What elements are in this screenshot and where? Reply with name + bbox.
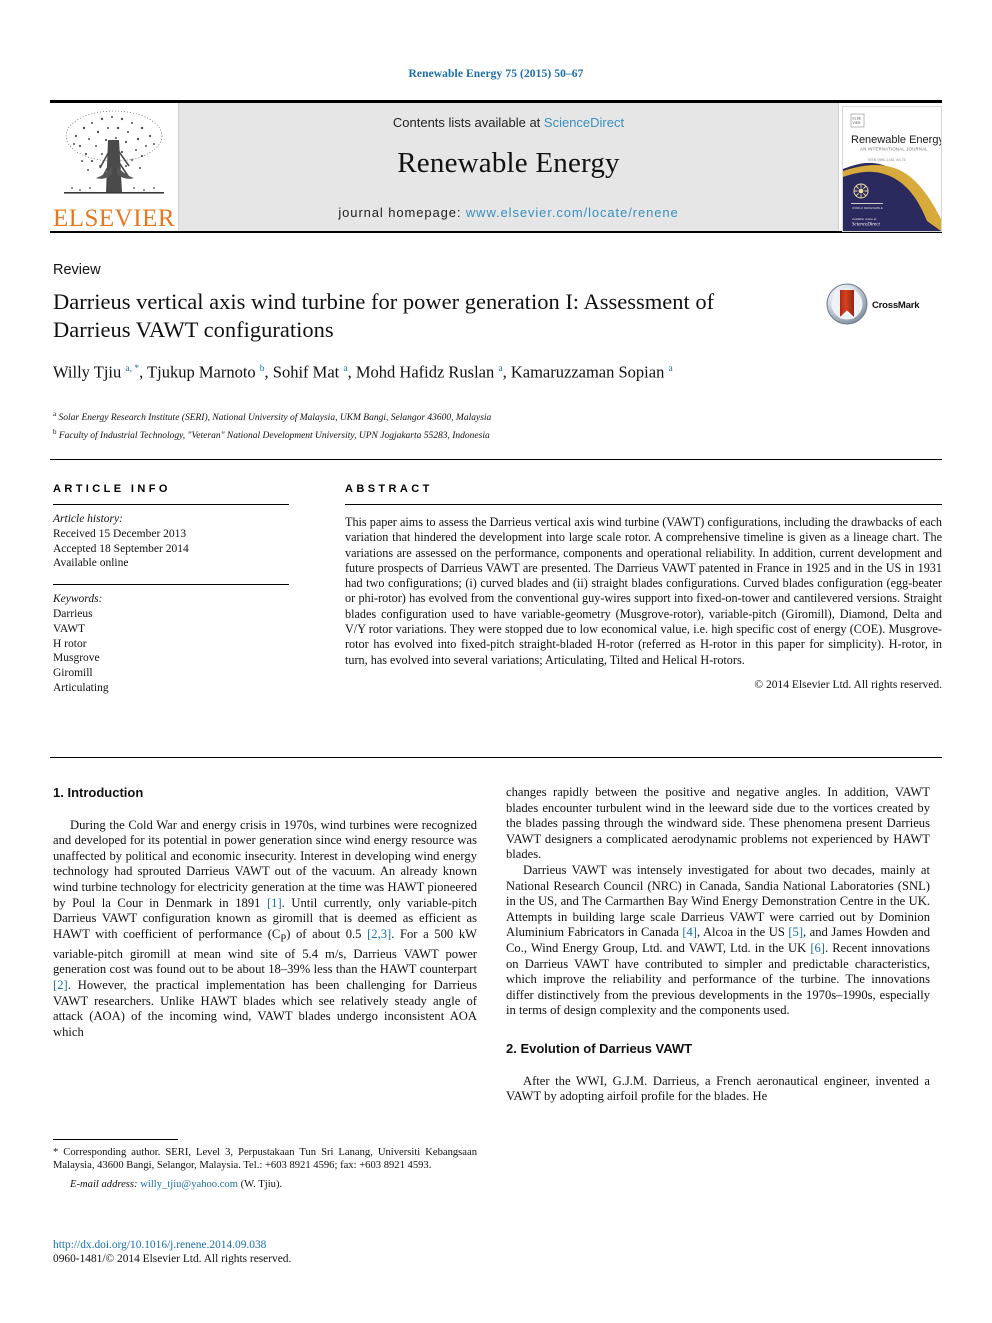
intro-text-c: ) of about 0.5 bbox=[286, 926, 368, 941]
masthead-center: Contents lists available at ScienceDirec… bbox=[179, 103, 838, 231]
svg-text:Available online at: Available online at bbox=[852, 217, 876, 221]
keyword-item: Musgrove bbox=[53, 652, 100, 665]
contents-prefix: Contents lists available at bbox=[392, 115, 544, 130]
journal-homepage-link[interactable]: www.elsevier.com/locate/renene bbox=[466, 205, 679, 220]
keyword-item: Articulating bbox=[53, 681, 109, 694]
svg-text:WORLD RENEWABLE: WORLD RENEWABLE bbox=[852, 206, 883, 210]
journal-homepage-line: journal homepage: www.elsevier.com/locat… bbox=[179, 205, 838, 220]
history-item: Received 15 December 2013 bbox=[53, 527, 187, 540]
article-info-column: ARTICLE INFO Article history: Received 1… bbox=[53, 483, 289, 696]
elsevier-logo: ELSEVIER bbox=[50, 103, 179, 231]
svg-text:VIER: VIER bbox=[853, 121, 861, 125]
abstract-column: ABSTRACT This paper aims to assess the D… bbox=[345, 483, 942, 691]
email-suffix: (W. Tjiu). bbox=[240, 1179, 283, 1191]
history-text-b: , Alcoa in the US bbox=[697, 925, 789, 940]
article-history: Article history: Received 15 December 20… bbox=[53, 512, 289, 571]
keyword-item: Giromill bbox=[53, 667, 93, 680]
corresponding-author-note: * Corresponding author. SERI, Level 3, P… bbox=[53, 1147, 477, 1172]
email-link[interactable]: willy_tjiu@yahoo.com bbox=[140, 1179, 238, 1190]
abstract-rule bbox=[345, 504, 942, 505]
affiliations: a Solar Energy Research Institute (SERI)… bbox=[53, 408, 853, 443]
paragraph-intro: During the Cold War and energy crisis in… bbox=[53, 818, 477, 1041]
issn-copyright-line: 0960-1481/© 2014 Elsevier Ltd. All right… bbox=[53, 1253, 292, 1266]
journal-cover: ELSE VIER Renewable Energy AN INTERNATIO… bbox=[838, 103, 942, 232]
keywords-label: Keywords: bbox=[53, 593, 103, 606]
section-heading-introduction: 1. Introduction bbox=[53, 785, 144, 800]
crossmark-icon bbox=[826, 283, 868, 325]
journal-cover-art: ELSE VIER Renewable Energy AN INTERNATIO… bbox=[843, 107, 941, 231]
page-title: Darrieus vertical axis wind turbine for … bbox=[53, 289, 715, 342]
svg-text:AN INTERNATIONAL JOURNAL: AN INTERNATIONAL JOURNAL bbox=[860, 147, 928, 152]
citation-6[interactable]: [6] bbox=[810, 941, 825, 955]
keywords-list: Keywords: Darrieus VAWT H rotor Musgrove… bbox=[53, 592, 289, 696]
sciencedirect-link[interactable]: ScienceDirect bbox=[544, 115, 624, 130]
paper-page: Renewable Energy 75 (2015) 50–67 ELSEVIE… bbox=[0, 0, 992, 1323]
svg-text:ISSN 0960-1481 Vol 75: ISSN 0960-1481 Vol 75 bbox=[868, 158, 906, 162]
journal-masthead: ELSEVIER Contents lists available at Sci… bbox=[50, 100, 942, 233]
paragraph-darrieus-history: Darrieus VAWT was intensely investigated… bbox=[506, 863, 930, 1019]
contents-available-line: Contents lists available at ScienceDirec… bbox=[179, 115, 838, 130]
elsevier-tree-icon bbox=[64, 110, 164, 194]
doi-block: http://dx.doi.org/10.1016/j.renene.2014.… bbox=[53, 1238, 477, 1267]
paragraph-evolution: After the WWI, G.J.M. Darrieus, a French… bbox=[506, 1073, 930, 1104]
intro-text-e: . However, the practical implementation … bbox=[53, 978, 477, 1039]
email-label: E-mail address: bbox=[70, 1179, 138, 1191]
crossmark-label: CrossMark bbox=[872, 300, 920, 311]
svg-text:ScienceDirect: ScienceDirect bbox=[852, 223, 880, 228]
svg-text:Renewable Energy: Renewable Energy bbox=[851, 134, 941, 146]
keyword-item: H rotor bbox=[53, 637, 87, 650]
article-history-label: Article history: bbox=[53, 513, 123, 525]
journal-cover-image: ELSE VIER Renewable Energy AN INTERNATIO… bbox=[842, 106, 942, 232]
affiliation-a-text: Solar Energy Research Institute (SERI), … bbox=[58, 413, 492, 424]
article-info-heading: ARTICLE INFO bbox=[53, 483, 171, 495]
elsevier-wordmark: ELSEVIER bbox=[52, 205, 176, 231]
citation-4[interactable]: [4] bbox=[682, 925, 697, 939]
history-item: Available online bbox=[53, 557, 129, 570]
doi-link[interactable]: http://dx.doi.org/10.1016/j.renene.2014.… bbox=[53, 1238, 477, 1252]
abstract-text: This paper aims to assess the Darrieus v… bbox=[345, 515, 942, 667]
citation-2[interactable]: [2] bbox=[53, 978, 68, 992]
citation-5[interactable]: [5] bbox=[788, 925, 803, 939]
citation-1[interactable]: [1] bbox=[267, 896, 282, 910]
body-column-left: 1. Introduction During the Cold War and … bbox=[53, 785, 477, 1040]
homepage-prefix: journal homepage: bbox=[338, 205, 466, 220]
citation-2-3[interactable]: [2,3] bbox=[367, 927, 391, 941]
paragraph-continued: changes rapidly between the positive and… bbox=[506, 785, 930, 862]
article-type: Review bbox=[53, 262, 101, 278]
svg-text:ELSE: ELSE bbox=[853, 117, 862, 121]
body-column-right: changes rapidly between the positive and… bbox=[506, 785, 930, 1105]
running-head: Renewable Energy 75 (2015) 50–67 bbox=[408, 68, 584, 80]
article-info-rule-1 bbox=[53, 504, 289, 505]
footnote-rule bbox=[53, 1139, 178, 1140]
author-list: Willy Tjiu a, *, Tjukup Marnoto b, Sohif… bbox=[53, 362, 673, 382]
affiliation-b-text: Faculty of Industrial Technology, "Veter… bbox=[58, 430, 490, 441]
affiliation-b: b Faculty of Industrial Technology, "Vet… bbox=[53, 427, 490, 441]
footnote-block: * Corresponding author. SERI, Level 3, P… bbox=[53, 1146, 477, 1192]
abstract-heading: ABSTRACT bbox=[345, 483, 433, 495]
keyword-item: VAWT bbox=[53, 622, 86, 635]
crossmark-badge[interactable]: CrossMark bbox=[826, 283, 930, 331]
affiliation-a: a Solar Energy Research Institute (SERI)… bbox=[53, 410, 492, 424]
article-info-rule-2 bbox=[53, 584, 289, 586]
info-block-top-rule bbox=[50, 459, 942, 460]
info-block-bottom-rule bbox=[50, 757, 942, 758]
email-note: E-mail address: willy_tjiu@yahoo.com (W.… bbox=[53, 1178, 477, 1191]
copyright-notice: © 2014 Elsevier Ltd. All rights reserved… bbox=[754, 678, 942, 691]
section-heading-evolution: 2. Evolution of Darrieus VAWT bbox=[506, 1040, 693, 1056]
keyword-item: Darrieus bbox=[53, 607, 93, 620]
history-item: Accepted 18 September 2014 bbox=[53, 542, 189, 555]
journal-title: Renewable Energy bbox=[397, 147, 620, 179]
